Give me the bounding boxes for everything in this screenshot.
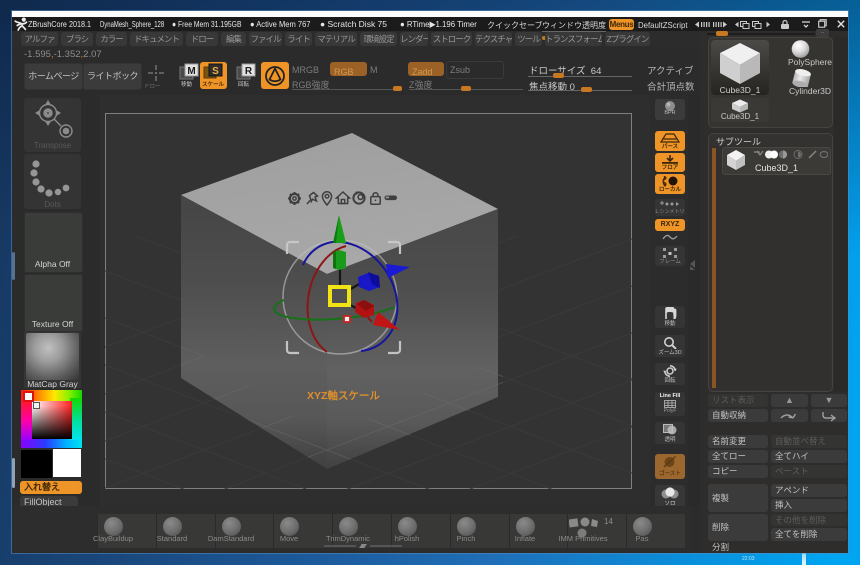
svg-text:S: S xyxy=(212,66,219,77)
svg-text:R: R xyxy=(245,66,253,77)
svg-text:XYZ軸スケール: XYZ軸スケール xyxy=(307,389,380,402)
svg-text:M: M xyxy=(187,66,195,77)
